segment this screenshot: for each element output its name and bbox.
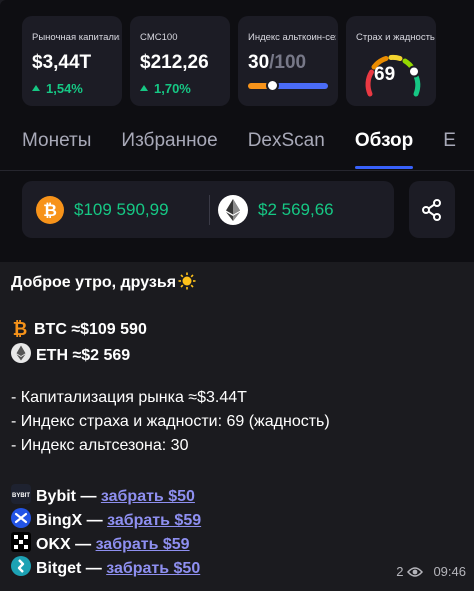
bybit-sep: — [76, 488, 101, 505]
okx-name: OKX [36, 536, 71, 553]
btc-line-text: BTC ≈$109 590 [34, 321, 147, 338]
altseason-label: Индекс альткоин-сезона [248, 32, 336, 43]
cmc100-card[interactable]: CMC100 $212,26 1,70% [130, 16, 230, 106]
okx-sep: — [70, 536, 96, 553]
ethereum-icon [218, 195, 248, 225]
btc-price: $109 590,99 [74, 200, 169, 219]
tab-overview[interactable]: Обзор [354, 130, 414, 170]
fear-greed-label: Страх и жадность [356, 32, 435, 43]
fear-greed-value: 69 [374, 64, 396, 85]
stats-cards: Рыночная капитализация $3,44T 1,54% CMC1… [22, 16, 436, 106]
tabs-divider [0, 170, 474, 171]
okx-link[interactable]: забрать $59 [96, 536, 190, 553]
fear-greed-line: - Индекс страха и жадности: 69 (жадность… [11, 413, 330, 430]
market-cap-line: - Капитализация рынка ≈$3.44T [11, 389, 247, 406]
bingx-icon [11, 508, 31, 528]
app-screenshot: Рыночная капитализация $3,44T 1,54% CMC1… [0, 0, 474, 262]
eth-line-text: ETH ≈$2 569 [36, 347, 131, 364]
svg-text:BYBIT: BYBIT [12, 493, 30, 499]
nav-tabs: Монеты Избранное DexScan Обзор E [22, 130, 474, 170]
up-arrow-icon [140, 85, 148, 91]
cmc100-value: $212,26 [140, 52, 209, 73]
message-time: 09:46 [433, 564, 466, 579]
btc-line: ₿ BTC ≈$109 590 [11, 319, 147, 339]
market-cap-change: 1,54% [32, 81, 83, 96]
bingx-link[interactable]: забрать $59 [107, 512, 201, 529]
message-meta: 2 09:46 [396, 564, 466, 579]
share-icon [422, 198, 441, 221]
promo-okx: OKX — забрать $59 [11, 532, 190, 554]
fear-greed-card[interactable]: Страх и жадность 69 [346, 16, 436, 106]
eth-price: $2 569,66 [258, 200, 334, 219]
bingx-sep: — [82, 512, 108, 529]
bitcoin-icon: ₿ [13, 319, 28, 337]
bitget-name: Bitget [36, 560, 82, 577]
ethereum-icon [11, 343, 31, 363]
market-cap-change-value: 1,54% [46, 81, 83, 96]
promo-bitget: Bitget — забрать $50 [11, 556, 200, 578]
eye-icon [407, 566, 424, 577]
price-strip: ₿ $109 590,99 $2 569,66 [22, 181, 394, 238]
bingx-name: BingX [36, 512, 83, 529]
eth-line: ETH ≈$2 569 [11, 343, 130, 365]
altseason-line: - Индекс альтсезона: 30 [11, 437, 189, 454]
price-divider [209, 195, 210, 225]
altseason-knob [265, 79, 279, 92]
market-cap-card[interactable]: Рыночная капитализация $3,44T 1,54% [22, 16, 122, 106]
bybit-name: Bybit [36, 488, 76, 505]
cmc100-label: CMC100 [140, 32, 178, 43]
altseason-bar [248, 79, 328, 92]
bitget-sep: — [81, 560, 107, 577]
svg-text:₿: ₿ [13, 319, 28, 337]
greeting-text: Доброе утро, друзья [11, 274, 177, 291]
bitget-icon [11, 556, 31, 576]
tab-dexscan[interactable]: DexScan [248, 130, 325, 170]
fear-greed-knob [408, 65, 420, 78]
altseason-card[interactable]: Индекс альткоин-сезона 30/100 [238, 16, 338, 106]
bitcoin-icon: ₿ [36, 196, 64, 224]
cmc100-change: 1,70% [140, 81, 191, 96]
share-button[interactable] [409, 181, 455, 238]
promo-bybit: BYBIT Bybit — забрать $50 [11, 484, 195, 506]
altseason-value: 30/100 [248, 52, 306, 74]
greeting-line: Доброе утро, друзья [11, 272, 201, 292]
altseason-max: /100 [269, 52, 307, 73]
eth-price-item[interactable]: $2 569,66 [218, 195, 334, 225]
tab-more[interactable]: E [443, 130, 456, 170]
btc-price-item[interactable]: ₿ $109 590,99 [36, 195, 169, 225]
bybit-icon: BYBIT [11, 484, 31, 504]
bybit-link[interactable]: забрать $50 [101, 488, 195, 505]
sun-icon [178, 272, 196, 290]
bitget-link[interactable]: забрать $50 [106, 560, 200, 577]
views-count: 2 [396, 564, 404, 579]
market-cap-value: $3,44T [32, 52, 92, 73]
message-bubble: Доброе утро, друзья ₿ BTC ≈$109 590 ETH ≈… [0, 262, 474, 591]
tab-favorites[interactable]: Избранное [121, 130, 217, 170]
altseason-score: 30 [248, 52, 270, 73]
tab-coins[interactable]: Монеты [22, 130, 91, 170]
promo-bingx: BingX — забрать $59 [11, 508, 201, 530]
cmc100-change-value: 1,70% [154, 81, 191, 96]
svg-text:₿: ₿ [43, 201, 57, 220]
market-cap-label: Рыночная капитализация [32, 32, 120, 43]
up-arrow-icon [32, 85, 40, 91]
okx-icon [11, 532, 31, 552]
